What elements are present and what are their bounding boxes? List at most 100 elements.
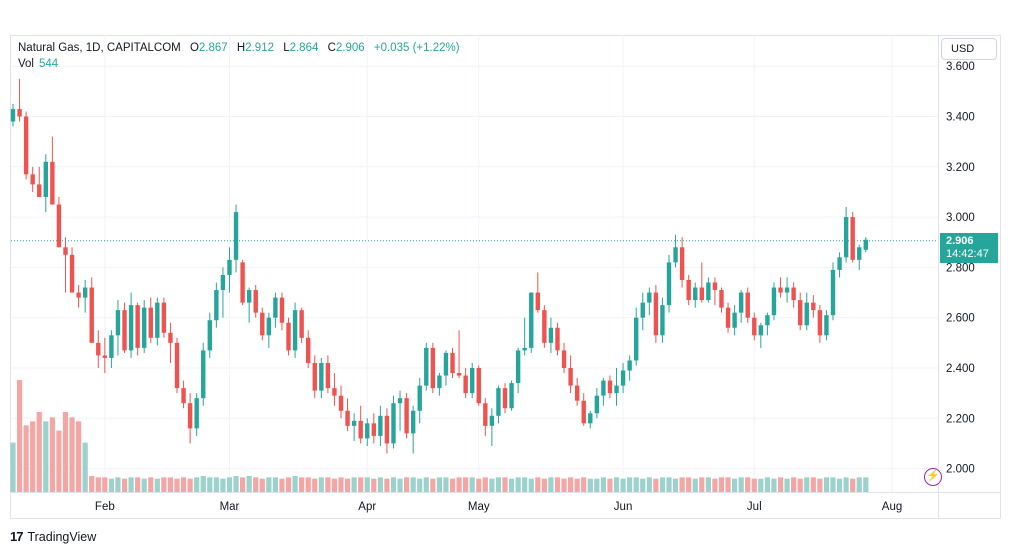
volume-bar bbox=[364, 477, 370, 492]
candle-body bbox=[417, 385, 422, 411]
change-value: +0.035 (+1.22%) bbox=[373, 42, 460, 54]
candle-body bbox=[266, 317, 272, 336]
candle-body bbox=[148, 307, 153, 338]
candle-body bbox=[509, 383, 514, 409]
currency-button[interactable]: USD bbox=[941, 38, 997, 60]
candle-body bbox=[568, 368, 573, 386]
symbol-name[interactable]: Natural Gas, 1D, CAPITALCOM bbox=[18, 42, 181, 54]
volume-bar bbox=[246, 476, 252, 492]
volume-bar bbox=[469, 477, 475, 492]
time-axis-label: Jul bbox=[747, 501, 762, 513]
volume-bar bbox=[312, 478, 318, 492]
volume-value: 544 bbox=[39, 58, 59, 70]
volume-bar bbox=[226, 477, 233, 492]
candle-body bbox=[260, 312, 265, 336]
volume-bar bbox=[102, 477, 108, 492]
volume-bar bbox=[528, 478, 534, 492]
candle-body bbox=[207, 320, 212, 351]
volume-bar bbox=[745, 477, 751, 492]
candle-body bbox=[306, 337, 311, 363]
candle-body bbox=[37, 184, 42, 197]
volume-bar bbox=[633, 477, 639, 492]
tradingview-brand[interactable]: 17 TradingView bbox=[10, 529, 96, 544]
candle-body bbox=[607, 380, 613, 394]
candle-body bbox=[240, 262, 245, 303]
candle-body bbox=[673, 247, 678, 263]
volume-bar bbox=[863, 477, 869, 492]
volume-bar bbox=[659, 477, 666, 492]
candle-body bbox=[397, 398, 403, 404]
volume-bar bbox=[43, 421, 49, 492]
candle-body bbox=[581, 400, 586, 424]
volume-bar bbox=[344, 478, 351, 492]
candle-body bbox=[863, 239, 868, 250]
volume-bar bbox=[305, 477, 311, 492]
volume-bar bbox=[233, 476, 239, 492]
candle-body bbox=[706, 282, 711, 301]
volume-bar bbox=[738, 477, 744, 492]
candle-body bbox=[522, 347, 527, 351]
open-value: 2.867 bbox=[198, 42, 228, 54]
candle-body bbox=[201, 350, 206, 399]
candle-body bbox=[679, 247, 685, 280]
volume-bar bbox=[89, 476, 95, 492]
volume-bar bbox=[758, 478, 764, 492]
volume-bar bbox=[482, 477, 488, 492]
candle-body bbox=[161, 302, 167, 333]
volume-bar bbox=[600, 477, 606, 492]
lightning-icon[interactable]: ⚡ bbox=[924, 468, 942, 486]
volume-bar bbox=[672, 478, 679, 492]
volume-bar bbox=[384, 478, 390, 492]
candle-body bbox=[23, 116, 29, 175]
candle-body bbox=[738, 292, 744, 313]
candle-body bbox=[515, 350, 521, 384]
candle-body bbox=[857, 247, 862, 260]
last-price-value: 2.906 bbox=[946, 235, 974, 247]
candlestick-chart[interactable]: 3.600 3.400 3.200 3.000 2.800 2.600 2.400 2.200… bbox=[0, 0, 1012, 555]
volume-bar bbox=[397, 478, 403, 492]
close-label: C bbox=[327, 42, 336, 54]
volume-bar bbox=[791, 477, 797, 492]
candle-body bbox=[647, 292, 652, 303]
candle-body bbox=[102, 355, 108, 358]
price-axis-label: 3.000 bbox=[946, 212, 975, 224]
volume-bar bbox=[712, 478, 718, 492]
volume-bar bbox=[240, 477, 246, 492]
volume-bar bbox=[607, 478, 613, 492]
volume-bar bbox=[371, 478, 377, 492]
high-value: 2.912 bbox=[245, 42, 274, 54]
candle-body bbox=[378, 415, 383, 436]
candle-body bbox=[128, 305, 134, 351]
candle-body bbox=[155, 302, 160, 338]
candle-body bbox=[325, 362, 331, 389]
volume-bar bbox=[292, 476, 298, 492]
volume-bar bbox=[725, 477, 731, 492]
candle-body bbox=[837, 257, 842, 270]
candle-body bbox=[830, 269, 836, 316]
price-axis-label: 2.400 bbox=[946, 363, 975, 375]
candle-body bbox=[371, 423, 376, 436]
candle-body bbox=[470, 368, 475, 394]
candle-body bbox=[10, 108, 16, 122]
candle-body bbox=[824, 315, 829, 336]
candle-body bbox=[765, 315, 770, 326]
volume-bar bbox=[692, 478, 698, 492]
volume-bar bbox=[489, 478, 495, 492]
volume-bar bbox=[771, 478, 777, 492]
time-axis-label: Jun bbox=[614, 501, 633, 513]
volume-bar bbox=[686, 477, 692, 492]
volume-bar bbox=[436, 477, 442, 492]
candle-body bbox=[463, 375, 468, 394]
candle-body bbox=[338, 395, 344, 411]
candle-body bbox=[76, 292, 81, 298]
candle-body bbox=[299, 310, 304, 338]
candle-body bbox=[456, 373, 462, 376]
volume-bar bbox=[285, 477, 292, 492]
volume-bar bbox=[141, 478, 147, 492]
candle-body bbox=[653, 292, 659, 336]
candle-body bbox=[627, 360, 632, 371]
candle-body bbox=[135, 305, 140, 348]
candle-body bbox=[312, 362, 317, 391]
volume-bar bbox=[200, 476, 206, 492]
candle-body bbox=[391, 403, 396, 444]
